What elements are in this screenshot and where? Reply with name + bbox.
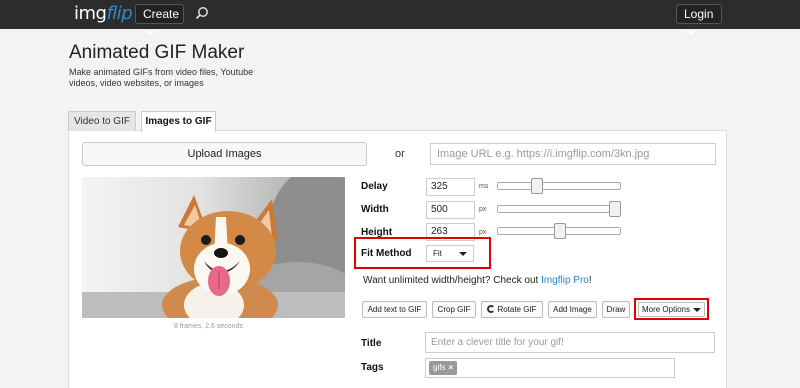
fit-method-select[interactable]: Fit xyxy=(426,245,474,262)
tags-label: Tags xyxy=(361,362,384,373)
image-url-input[interactable] xyxy=(430,143,716,165)
create-menu-button[interactable]: Create xyxy=(135,4,184,35)
chevron-down-icon xyxy=(459,252,467,256)
height-unit: px xyxy=(479,229,487,236)
remove-tag-icon[interactable]: × xyxy=(448,363,453,372)
page-title: Animated GIF Maker xyxy=(69,42,245,63)
logo-img-text: img xyxy=(74,3,107,24)
tag-label: gifs xyxy=(433,363,446,372)
more-options-button[interactable]: More Options xyxy=(638,302,705,317)
promo-suffix: ! xyxy=(588,275,592,286)
delay-slider[interactable] xyxy=(497,182,621,190)
chevron-down-icon xyxy=(146,30,154,35)
width-slider[interactable] xyxy=(497,205,621,213)
tab-images-to-gif[interactable]: Images to GIF xyxy=(141,111,216,132)
upload-images-button[interactable]: Upload Images xyxy=(82,142,367,166)
frame-info-caption: 8 frames, 2.6 seconds xyxy=(174,323,243,330)
add-text-button[interactable]: Add text to GIF xyxy=(362,301,427,318)
delay-slider-thumb[interactable] xyxy=(530,178,543,194)
draw-button[interactable]: Draw xyxy=(602,301,630,318)
fit-method-label: Fit Method xyxy=(361,248,412,259)
gif-preview-image xyxy=(82,177,345,318)
imgflip-pro-link[interactable]: Imgflip Pro xyxy=(541,275,589,286)
pro-promo-text: Want unlimited width/height? Check out I… xyxy=(363,275,592,286)
delay-unit: ms xyxy=(479,183,489,190)
gif-title-input[interactable] xyxy=(425,332,715,353)
imgflip-logo[interactable]: imgflip xyxy=(74,3,133,24)
rotate-label: Rotate GIF xyxy=(497,305,537,314)
search-icon[interactable] xyxy=(195,6,209,20)
create-label: Create xyxy=(143,7,180,21)
add-image-button[interactable]: Add Image xyxy=(548,301,597,318)
delay-input[interactable]: 325 xyxy=(426,178,475,196)
chevron-down-icon xyxy=(693,307,702,312)
height-slider-thumb[interactable] xyxy=(554,223,567,239)
width-input[interactable]: 500 xyxy=(426,201,475,219)
tags-input[interactable]: gifs × xyxy=(425,358,675,378)
more-options-label: More Options xyxy=(641,305,691,314)
width-label: Width xyxy=(361,204,389,215)
title-label: Title xyxy=(361,338,382,349)
login-button[interactable]: Login xyxy=(676,4,722,35)
crop-gif-button[interactable]: Crop GIF xyxy=(432,301,476,318)
rotate-icon xyxy=(487,305,496,313)
fit-method-value: Fit xyxy=(433,249,442,258)
chevron-down-icon xyxy=(687,30,695,35)
width-slider-thumb[interactable] xyxy=(609,201,621,217)
logo-flip-text: flip xyxy=(106,3,133,24)
delay-label: Delay xyxy=(361,181,388,192)
tab-video-to-gif[interactable]: Video to GIF xyxy=(68,111,136,131)
tag-chip[interactable]: gifs × xyxy=(429,361,458,375)
rotate-gif-button[interactable]: Rotate GIF xyxy=(481,301,543,318)
or-separator: or xyxy=(395,148,405,160)
corgi-photo xyxy=(82,177,345,318)
login-label: Login xyxy=(684,7,714,21)
width-unit: px xyxy=(479,206,487,213)
promo-text: Want unlimited width/height? Check out xyxy=(363,275,542,286)
page-subtitle: Make animated GIFs from video files, You… xyxy=(69,67,254,88)
